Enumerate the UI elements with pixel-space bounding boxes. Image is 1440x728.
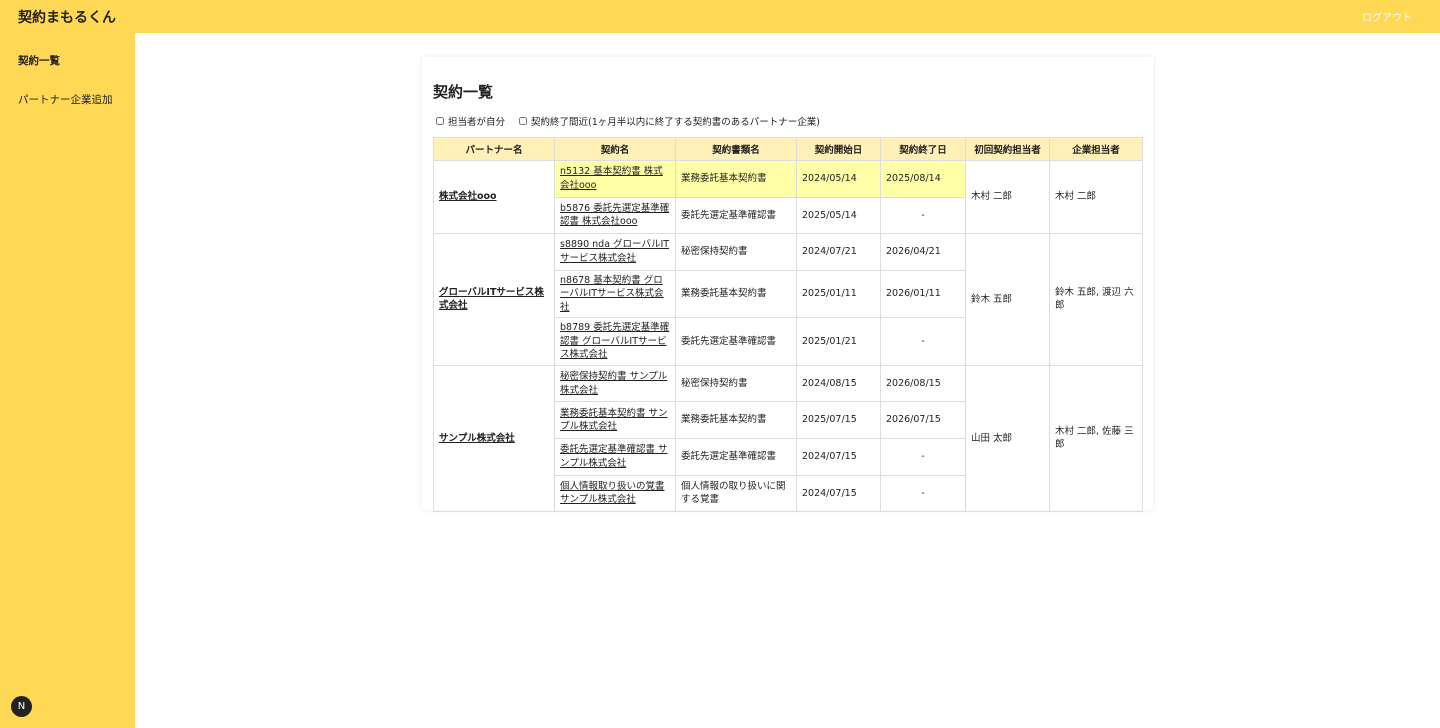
filter-mine-checkbox[interactable] [436,117,444,125]
end-date-cell: - [880,317,966,366]
contract-name-cell: 秘密保持契約書 サンプル株式会社 [554,364,676,403]
column-header: 企業担当者 [1049,137,1143,161]
column-header: 初回契約担当者 [965,137,1050,161]
filter-mine-label: 担当者が自分 [448,117,506,128]
first-rep-cell: 山田 太郎 [965,364,1050,513]
first-rep-cell: 木村 二郎 [965,159,1050,235]
start-date-cell: 2024/07/21 [796,233,881,271]
document-type-cell: 個人情報の取り扱いに関する覚書 [675,474,797,513]
column-header: 契約書類名 [675,137,797,161]
next-dev-badge[interactable]: N [11,696,32,717]
header: 契約まもるくん ログアウト [0,0,1440,33]
contract-name-cell: 個人情報取り扱いの覚書 サンプル株式会社 [554,474,676,513]
table-row: サンプル株式会社 秘密保持契約書 サンプル株式会社 秘密保持契約書 2024/08/1… [433,364,1143,513]
start-date-cell: 2025/01/11 [796,269,881,319]
column-header: 契約終了日 [880,137,966,161]
page-title: 契約一覧 [433,83,494,101]
partner-name-link[interactable]: 株式会社ooo [439,191,497,202]
partner-name-link[interactable]: サンプル株式会社 [439,433,515,444]
table-row: 株式会社ooo n5132 基本契約書 株式会社ooo 業務委託基本契約書 2024/… [433,159,1143,235]
document-type-cell: 秘密保持契約書 [675,233,797,271]
document-type-cell: 委託先選定基準確認書 [675,196,797,235]
document-type-cell: 業務委託基本契約書 [675,401,797,439]
contract-name-link[interactable]: 個人情報取り扱いの覚書 サンプル株式会社 [560,481,665,506]
filter-expiring[interactable]: 契約終了間近(1ヶ月半以内に終了する契約書のあるパートナー企業) [519,114,820,128]
filter-expiring-label: 契約終了間近(1ヶ月半以内に終了する契約書のあるパートナー企業) [531,117,820,128]
start-date-cell: 2025/07/15 [796,401,881,439]
end-date-cell: - [880,196,966,235]
contract-name-link[interactable]: 秘密保持契約書 サンプル株式会社 [560,371,667,396]
logout-link[interactable]: ログアウト [1362,9,1412,24]
start-date-cell: 2025/01/21 [796,317,881,366]
contract-name-link[interactable]: 委託先選定基準確認書 サンプル株式会社 [560,444,668,469]
filter-expiring-checkbox[interactable] [519,117,528,125]
document-type-cell: 業務委託基本契約書 [675,160,797,198]
partner-name-cell: グローバルITサービス株式会社 [433,233,555,366]
contract-name-cell: n8678 基本契約書 グローバルITサービス株式会社 [554,269,676,319]
contract-name-cell: b8789 委託先選定基準確認書 グローバルITサービス株式会社 [554,317,676,366]
start-date-cell: 2024/07/15 [796,474,881,513]
contract-name-link[interactable]: 業務委託基本契約書 サンプル株式会社 [560,408,668,433]
contract-name-link[interactable]: s8890 nda グローバルITサービス株式会社 [560,239,669,264]
column-header: 契約開始日 [796,137,881,161]
sidebar: 契約一覧 パートナー企業追加 N [0,33,135,728]
contract-name-cell: n5132 基本契約書 株式会社ooo [554,160,676,198]
end-date-cell: 2026/04/21 [880,233,966,271]
partner-name-cell: 株式会社ooo [433,159,555,235]
contract-name-link[interactable]: b8789 委託先選定基準確認書 グローバルITサービス株式会社 [560,322,669,360]
contract-name-cell: b5876 委託先選定基準確認書 株式会社ooo [554,196,676,235]
company-rep-cell: 木村 二郎, 佐藤 三郎 [1049,364,1143,513]
document-type-cell: 業務委託基本契約書 [675,269,797,319]
contract-name-link[interactable]: b5876 委託先選定基準確認書 株式会社ooo [560,203,669,228]
contracts-table: パートナー名 契約名 契約書類名 契約開始日 契約終了日 初回契約担当者 企業担当者 株式会… [433,137,1143,513]
start-date-cell: 2025/05/14 [796,196,881,235]
end-date-cell: - [880,474,966,513]
partner-name-link[interactable]: グローバルITサービス株式会社 [439,287,544,312]
partner-name-cell: サンプル株式会社 [433,364,555,513]
document-type-cell: 委託先選定基準確認書 [675,317,797,366]
contract-name-link[interactable]: n8678 基本契約書 グローバルITサービス株式会社 [560,275,664,313]
app-logo: 契約まもるくん [18,9,116,26]
contract-name-link[interactable]: n5132 基本契約書 株式会社ooo [560,166,663,191]
contract-name-cell: 業務委託基本契約書 サンプル株式会社 [554,401,676,439]
first-rep-cell: 鈴木 五郎 [965,233,1050,366]
table-row: グローバルITサービス株式会社 s8890 nda グローバルITサービス株式会社… [433,233,1143,366]
end-date-cell: - [880,437,966,476]
contract-name-cell: 委託先選定基準確認書 サンプル株式会社 [554,437,676,476]
start-date-cell: 2024/05/14 [796,160,881,198]
company-rep-cell: 木村 二郎 [1049,159,1143,235]
column-header: パートナー名 [433,137,555,161]
column-header: 契約名 [554,137,676,161]
end-date-cell: 2025/08/14 [880,160,966,198]
document-type-cell: 委託先選定基準確認書 [675,437,797,476]
filters: 担当者が自分 契約終了間近(1ヶ月半以内に終了する契約書のあるパートナー企業) [433,114,1142,128]
sidebar-item-contract-list[interactable]: 契約一覧 [0,53,135,68]
document-type-cell: 秘密保持契約書 [675,364,797,403]
end-date-cell: 2026/08/15 [880,364,966,403]
start-date-cell: 2024/07/15 [796,437,881,476]
company-rep-cell: 鈴木 五郎, 渡辺 六郎 [1049,233,1143,366]
contract-list-card: 契約一覧 担当者が自分 契約終了間近(1ヶ月半以内に終了する契約書のあるパートナ… [422,57,1153,513]
contract-name-cell: s8890 nda グローバルITサービス株式会社 [554,233,676,271]
sidebar-item-add-partner[interactable]: パートナー企業追加 [0,92,135,107]
end-date-cell: 2026/01/11 [880,269,966,319]
start-date-cell: 2024/08/15 [796,364,881,403]
end-date-cell: 2026/07/15 [880,401,966,439]
filter-mine[interactable]: 担当者が自分 [436,114,505,128]
